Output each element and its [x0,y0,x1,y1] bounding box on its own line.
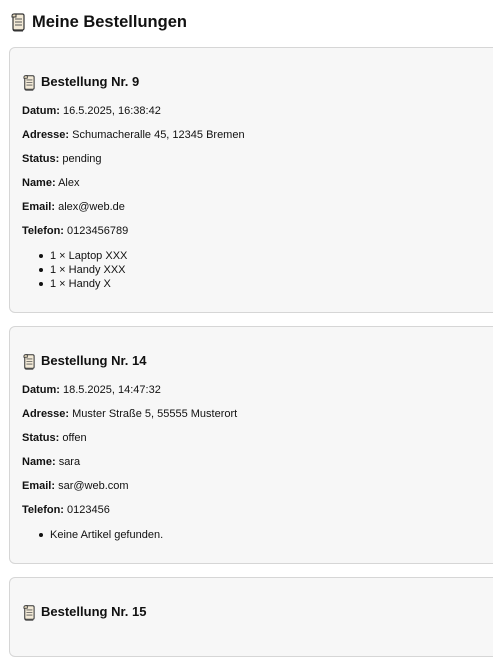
order-address-value: Schumacheralle 45, 12345 Bremen [72,129,245,141]
order-email-value: alex@web.de [58,201,125,213]
order-date: Datum: 16.5.2025, 16:38:42 [22,104,161,118]
order-card: Bestellung Nr. 14 Datum: 18.5.2025, 14:4… [9,326,493,564]
order-heading: Bestellung Nr. 15 [22,603,146,621]
order-status-value: offen [62,432,87,444]
page-title: Meine Bestellungen [10,10,187,34]
order-date-label: Datum: [22,384,60,396]
list-item: 1 × Laptop XXX [22,249,127,263]
order-address-label: Adresse: [22,408,70,420]
order-name: Name: sara [22,455,80,469]
scroll-icon [22,74,36,91]
order-status: Status: pending [22,152,102,166]
order-card: Bestellung Nr. 15 [9,577,493,657]
order-heading: Bestellung Nr. 9 [22,73,139,91]
order-address: Adresse: Muster Straße 5, 55555 Musteror… [22,407,237,421]
scroll-icon [22,604,36,621]
list-item: 1 × Handy XXX [22,263,127,277]
list-item: 1 × Handy X [22,277,127,291]
list-item: Keine Artikel gefunden. [22,528,163,542]
order-status-label: Status: [22,153,60,165]
order-heading-text: Bestellung Nr. 15 [41,604,147,619]
order-items-list: Keine Artikel gefunden. [22,528,163,542]
order-items-list: 1 × Laptop XXX 1 × Handy XXX 1 × Handy X [22,249,127,291]
order-email: Email: alex@web.de [22,200,125,214]
order-email-label: Email: [22,201,56,213]
order-phone-label: Telefon: [22,225,64,237]
order-date-value: 16.5.2025, 16:38:42 [62,105,161,117]
order-address-label: Adresse: [22,129,70,141]
order-phone-value: 0123456789 [67,225,129,237]
order-email: Email: sar@web.com [22,479,129,493]
page-title-text: Meine Bestellungen [32,13,187,31]
order-address-value: Muster Straße 5, 55555 Musterort [72,408,238,420]
order-email-value: sar@web.com [58,480,129,492]
order-date-label: Datum: [22,105,60,117]
order-name: Name: Alex [22,176,79,190]
order-heading-text: Bestellung Nr. 9 [41,74,140,89]
order-name-label: Name: [22,456,56,468]
order-name-value: Alex [58,177,80,189]
order-status-label: Status: [22,432,60,444]
order-heading: Bestellung Nr. 14 [22,352,146,370]
order-heading-text: Bestellung Nr. 14 [41,353,147,368]
scroll-icon [10,12,26,32]
order-name-value: sara [58,456,81,468]
order-email-label: Email: [22,480,56,492]
order-status: Status: offen [22,431,87,445]
order-status-value: pending [62,153,102,165]
order-phone-value: 0123456 [67,504,110,516]
order-phone: Telefon: 0123456789 [22,224,128,238]
order-name-label: Name: [22,177,56,189]
order-card: Bestellung Nr. 9 Datum: 16.5.2025, 16:38… [9,47,493,313]
order-address: Adresse: Schumacheralle 45, 12345 Bremen [22,128,245,142]
scroll-icon [22,353,36,370]
order-phone: Telefon: 0123456 [22,503,110,517]
order-date-value: 18.5.2025, 14:47:32 [62,384,161,396]
order-date: Datum: 18.5.2025, 14:47:32 [22,383,161,397]
order-phone-label: Telefon: [22,504,64,516]
